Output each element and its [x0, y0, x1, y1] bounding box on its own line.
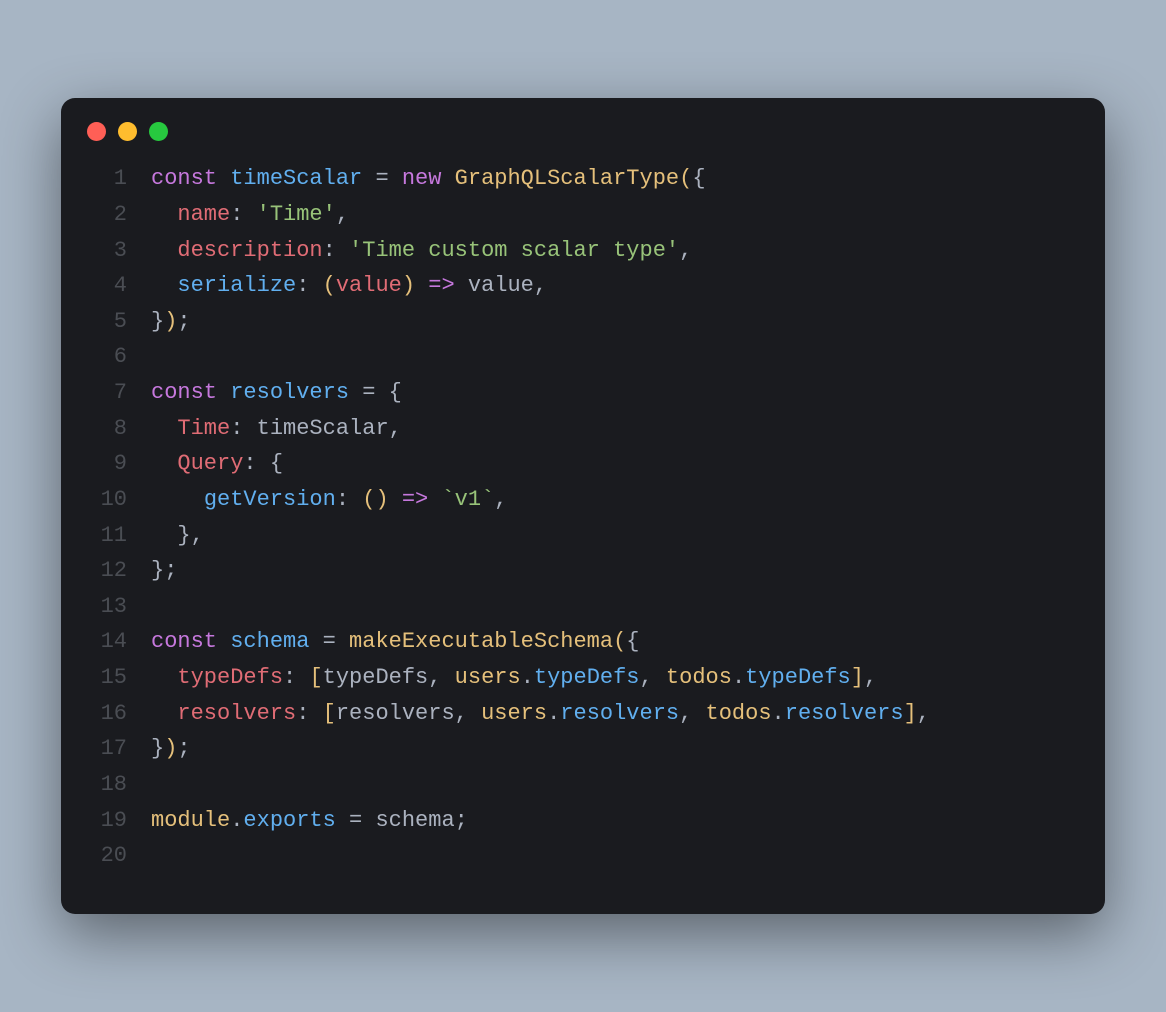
- code-line: 14 const schema = makeExecutableSchema({: [85, 624, 1081, 660]
- code-line: 18: [85, 767, 1081, 803]
- code-line: 5});: [85, 304, 1081, 340]
- code-line: 20: [85, 838, 1081, 874]
- line-number: 8: [85, 411, 127, 447]
- code-line: 8 Time: timeScalar,: [85, 411, 1081, 447]
- line-content: };: [151, 553, 177, 589]
- line-number: 12: [85, 553, 127, 589]
- code-line: 17});: [85, 731, 1081, 767]
- line-number: 18: [85, 767, 127, 803]
- line-number: 9: [85, 446, 127, 482]
- line-number: 20: [85, 838, 127, 874]
- code-window: 1 const timeScalar = new GraphQLScalarTyp…: [61, 98, 1105, 914]
- line-content: Query: {: [151, 446, 283, 482]
- line-content: const schema = makeExecutableSchema({: [151, 624, 640, 660]
- line-number: 10: [85, 482, 127, 518]
- line-number: 5: [85, 304, 127, 340]
- code-line: 1 const timeScalar = new GraphQLScalarTyp…: [85, 161, 1081, 197]
- code-line: 6: [85, 339, 1081, 375]
- code-line: 19 module.exports = schema;: [85, 803, 1081, 839]
- line-number: 17: [85, 731, 127, 767]
- line-content: typeDefs: [typeDefs, users.typeDefs, tod…: [151, 660, 877, 696]
- line-content: serialize: (value) => value,: [151, 268, 547, 304]
- line-content: },: [151, 518, 204, 554]
- code-line: 7 const resolvers = {: [85, 375, 1081, 411]
- code-line: 3 description: 'Time custom scalar type'…: [85, 233, 1081, 269]
- line-content: const timeScalar = new GraphQLScalarType…: [151, 161, 706, 197]
- minimize-icon[interactable]: [118, 122, 137, 141]
- line-number: 3: [85, 233, 127, 269]
- line-number: 1: [85, 161, 127, 197]
- code-line: 15 typeDefs: [typeDefs, users.typeDefs, …: [85, 660, 1081, 696]
- code-line: 4 serialize: (value) => value,: [85, 268, 1081, 304]
- window-titlebar: [61, 98, 1105, 153]
- code-editor[interactable]: 1 const timeScalar = new GraphQLScalarTyp…: [61, 153, 1105, 914]
- line-content: });: [151, 304, 191, 340]
- line-number: 19: [85, 803, 127, 839]
- line-content: Time: timeScalar,: [151, 411, 402, 447]
- line-content: getVersion: () => `v1`,: [151, 482, 507, 518]
- line-content: name: 'Time',: [151, 197, 349, 233]
- code-line: 11 },: [85, 518, 1081, 554]
- line-content: description: 'Time custom scalar type',: [151, 233, 692, 269]
- code-line: 10 getVersion: () => `v1`,: [85, 482, 1081, 518]
- line-number: 13: [85, 589, 127, 625]
- line-content: const resolvers = {: [151, 375, 402, 411]
- line-number: 16: [85, 696, 127, 732]
- line-number: 15: [85, 660, 127, 696]
- code-line: 12};: [85, 553, 1081, 589]
- code-line: 13: [85, 589, 1081, 625]
- line-number: 6: [85, 339, 127, 375]
- line-number: 4: [85, 268, 127, 304]
- line-content: resolvers: [resolvers, users.resolvers, …: [151, 696, 930, 732]
- code-line: 2 name: 'Time',: [85, 197, 1081, 233]
- maximize-icon[interactable]: [149, 122, 168, 141]
- code-line: 16 resolvers: [resolvers, users.resolver…: [85, 696, 1081, 732]
- code-line: 9 Query: {: [85, 446, 1081, 482]
- close-icon[interactable]: [87, 122, 106, 141]
- line-number: 11: [85, 518, 127, 554]
- line-number: 2: [85, 197, 127, 233]
- line-content: module.exports = schema;: [151, 803, 468, 839]
- line-content: });: [151, 731, 191, 767]
- line-number: 7: [85, 375, 127, 411]
- line-number: 14: [85, 624, 127, 660]
